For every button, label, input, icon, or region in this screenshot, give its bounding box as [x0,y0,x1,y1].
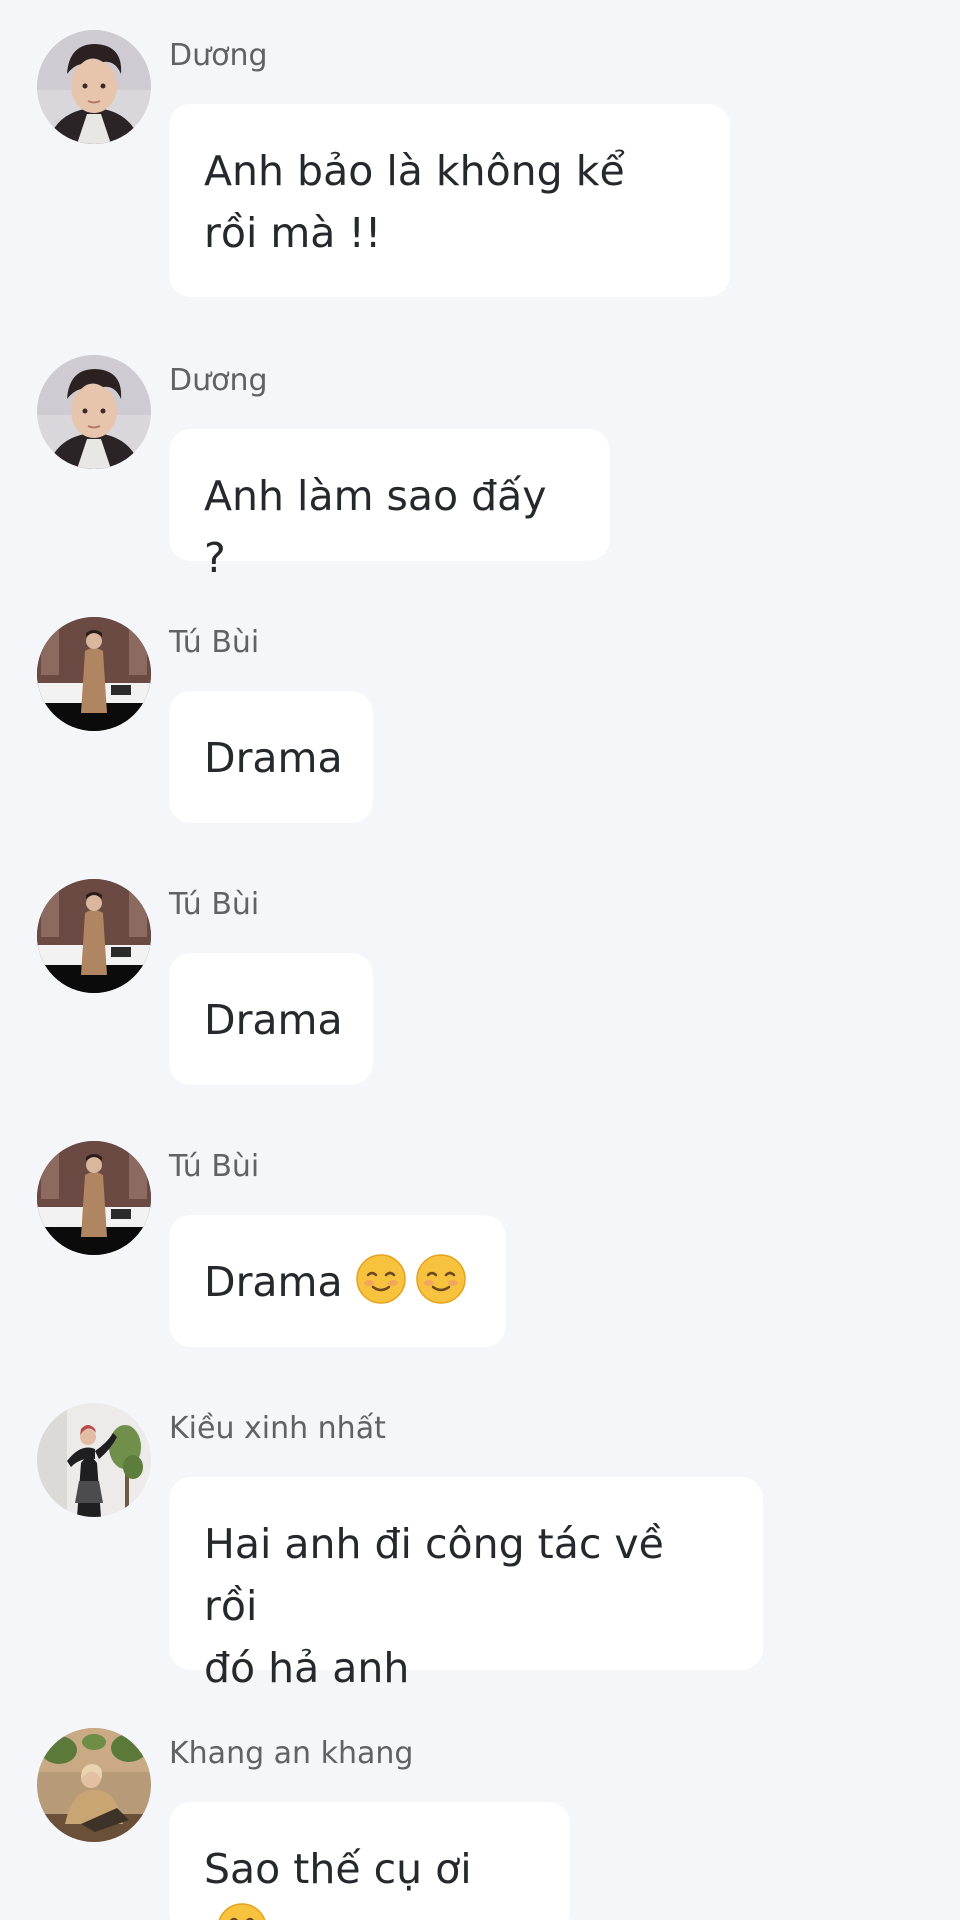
message-text-line: đó hả anh [204,1644,410,1692]
duong-avatar[interactable] [37,355,151,469]
chat-message-list: Dương Anh bảo là không kể rồi mà !! Dươn… [0,0,960,1920]
message-text-line: Hai anh đi công tác về rồi [204,1520,664,1630]
sender-name: Dương [169,38,268,73]
message-text-line: Anh làm sao đấy ? [204,472,547,582]
message-text: Drama [204,1258,343,1306]
sender-name: Tú Bùi [169,625,260,660]
message-text-line: rồi mà !! [204,209,382,257]
message-bubble[interactable]: Drama [169,1215,506,1347]
message-bubble[interactable]: Drama [169,953,373,1085]
sender-name: Tú Bùi [169,887,260,922]
sender-name: Dương [169,363,268,398]
khang-avatar[interactable] [37,1728,151,1842]
sender-name: Tú Bùi [169,1149,260,1184]
kieu-avatar[interactable] [37,1403,151,1517]
message-bubble[interactable]: Hai anh đi công tác về rồi đó hả anh [169,1477,763,1692]
sender-name: Kiều xinh nhất [169,1411,386,1446]
message-bubble[interactable]: Drama [169,691,373,823]
smiling-face-emoji [355,1253,407,1305]
message-text-line: Anh bảo là không kể [204,147,625,195]
grinning-face-emoji [216,1902,268,1920]
smiling-face-emoji [415,1253,467,1305]
message-text-line: Drama [204,734,343,782]
message-bubble[interactable]: Sao thế cụ ơi [169,1802,570,1920]
tu-bui-avatar[interactable] [37,1141,151,1255]
message-bubble[interactable]: Anh làm sao đấy ? [169,429,610,582]
tu-bui-avatar[interactable] [37,617,151,731]
message-text-line: Drama [204,996,343,1044]
duong-avatar[interactable] [37,30,151,144]
sender-name: Khang an khang [169,1736,414,1771]
message-text: Sao thế cụ ơi [204,1845,472,1893]
tu-bui-avatar[interactable] [37,879,151,993]
message-bubble[interactable]: Anh bảo là không kể rồi mà !! [169,104,730,297]
